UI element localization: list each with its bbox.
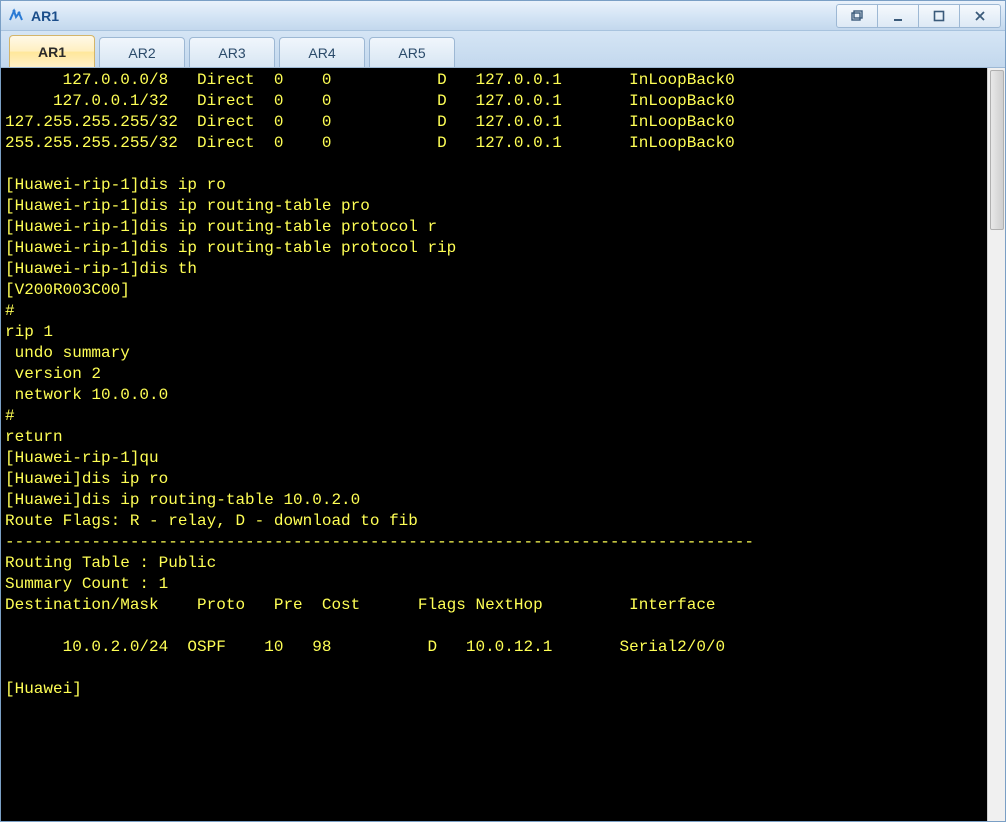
- tab-label: AR3: [218, 45, 245, 61]
- minimize-button[interactable]: [877, 4, 919, 28]
- tab-ar1[interactable]: AR1: [9, 35, 95, 67]
- scrollbar[interactable]: [987, 68, 1005, 821]
- tabstrip: AR1 AR2 AR3 AR4 AR5: [1, 31, 1005, 67]
- app-window: AR1 AR1 AR2 AR3 AR4 AR5 127.0.0.0/8 Dire…: [0, 0, 1006, 822]
- tab-ar5[interactable]: AR5: [369, 37, 455, 67]
- tab-label: AR2: [128, 45, 155, 61]
- tab-label: AR5: [398, 45, 425, 61]
- maximize-button[interactable]: [918, 4, 960, 28]
- window-controls: [837, 4, 1001, 28]
- close-button[interactable]: [959, 4, 1001, 28]
- tab-label: AR4: [308, 45, 335, 61]
- tab-label: AR1: [38, 44, 66, 60]
- terminal[interactable]: 127.0.0.0/8 Direct 0 0 D 127.0.0.1 InLoo…: [1, 68, 987, 821]
- titlebar[interactable]: AR1: [1, 1, 1005, 31]
- app-icon: [7, 7, 25, 25]
- scrollbar-thumb[interactable]: [990, 70, 1004, 230]
- tab-ar2[interactable]: AR2: [99, 37, 185, 67]
- tab-ar3[interactable]: AR3: [189, 37, 275, 67]
- tab-ar4[interactable]: AR4: [279, 37, 365, 67]
- terminal-area: 127.0.0.0/8 Direct 0 0 D 127.0.0.1 InLoo…: [1, 67, 1005, 821]
- window-title: AR1: [31, 8, 837, 24]
- restore-button[interactable]: [836, 4, 878, 28]
